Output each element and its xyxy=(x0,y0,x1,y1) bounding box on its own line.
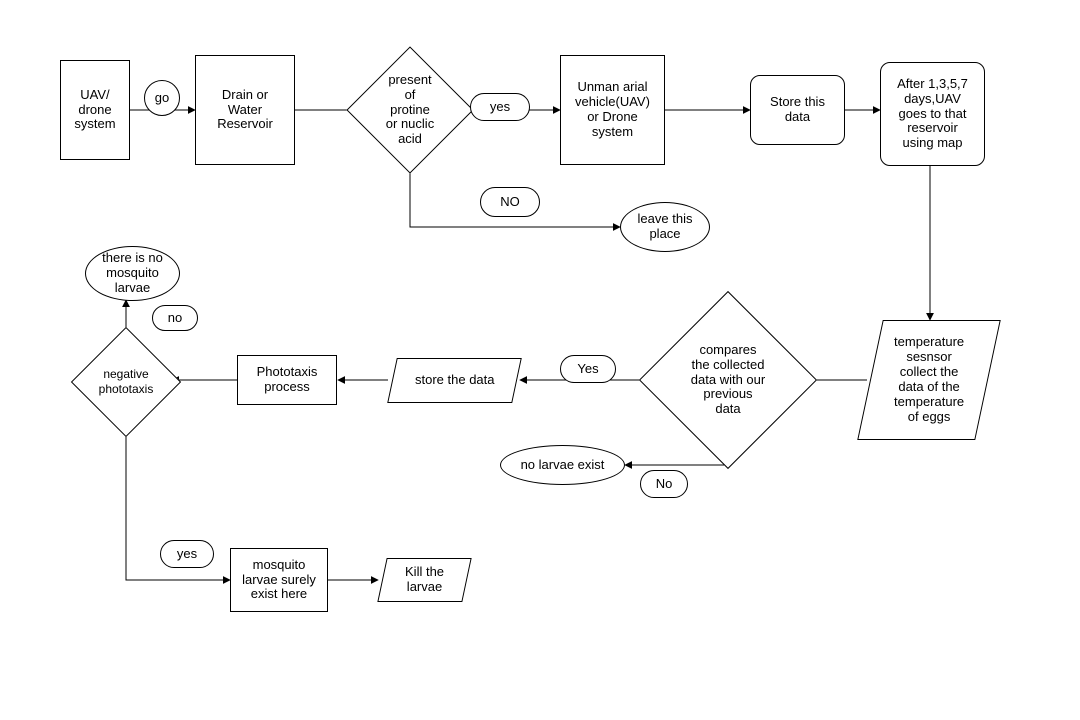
label-no-3: no xyxy=(152,305,198,331)
decision-protein-nucleic: presentofprotineor nuclicacid xyxy=(365,65,455,155)
label: negativephototaxis xyxy=(99,367,154,396)
decision-compare-data: comparesthe collecteddata with ourprevio… xyxy=(665,317,791,443)
label: leave thisplace xyxy=(638,212,693,242)
label: Kill thelarvae xyxy=(405,565,444,595)
flowchart-canvas: UAV/dronesystem go Drain orWaterReservoi… xyxy=(0,0,1080,720)
label: there is nomosquitolarvae xyxy=(102,251,163,296)
label: presentofprotineor nuclicacid xyxy=(386,72,434,147)
node-uav-drone-2: Unman arialvehicle(UAV)or Dronesystem xyxy=(560,55,665,165)
node-store-data-1: Store thisdata xyxy=(750,75,845,145)
node-no-mosquito-larvae: there is nomosquitolarvae xyxy=(85,246,180,301)
label-no-2: No xyxy=(640,470,688,498)
label-yes-1: yes xyxy=(470,93,530,121)
label: No xyxy=(656,477,673,492)
label: Unman arialvehicle(UAV)or Dronesystem xyxy=(575,80,650,140)
label: temperaturesesnsorcollect thedata of the… xyxy=(894,335,964,425)
label: Yes xyxy=(577,362,598,377)
label: go xyxy=(155,91,169,106)
label: no xyxy=(168,311,182,326)
label: yes xyxy=(490,100,510,115)
label-yes-2: Yes xyxy=(560,355,616,383)
label: comparesthe collecteddata with ourprevio… xyxy=(691,342,765,417)
node-uav-drone-system: UAV/dronesystem xyxy=(60,60,130,160)
label: Drain orWaterReservoir xyxy=(217,88,273,133)
label-yes-3: yes xyxy=(160,540,214,568)
label: store the data xyxy=(415,373,495,388)
node-phototaxis-process: Phototaxisprocess xyxy=(237,355,337,405)
label: Phototaxisprocess xyxy=(257,365,318,395)
node-no-larvae-exist: no larvae exist xyxy=(500,445,625,485)
label: no larvae exist xyxy=(521,458,605,473)
node-schedule-revisit: After 1,3,5,7days,UAVgoes to thatreservo… xyxy=(880,62,985,166)
label-no-1: NO xyxy=(480,187,540,217)
node-store-data-2: store the data xyxy=(387,358,522,403)
label: yes xyxy=(177,547,197,562)
node-leave-place: leave thisplace xyxy=(620,202,710,252)
label: After 1,3,5,7days,UAVgoes to thatreservo… xyxy=(897,77,968,152)
decision-negative-phototaxis: negativephototaxis xyxy=(87,343,165,421)
node-drain-reservoir: Drain orWaterReservoir xyxy=(195,55,295,165)
node-mosquito-exist: mosquitolarvae surelyexist here xyxy=(230,548,328,612)
label: Store thisdata xyxy=(770,95,825,125)
label: mosquitolarvae surelyexist here xyxy=(242,558,316,603)
node-kill-larvae: Kill thelarvae xyxy=(377,558,471,602)
label: NO xyxy=(500,195,520,210)
label: UAV/dronesystem xyxy=(74,88,115,133)
label-go: go xyxy=(144,80,180,116)
node-temperature-sensor: temperaturesesnsorcollect thedata of the… xyxy=(857,320,1001,440)
